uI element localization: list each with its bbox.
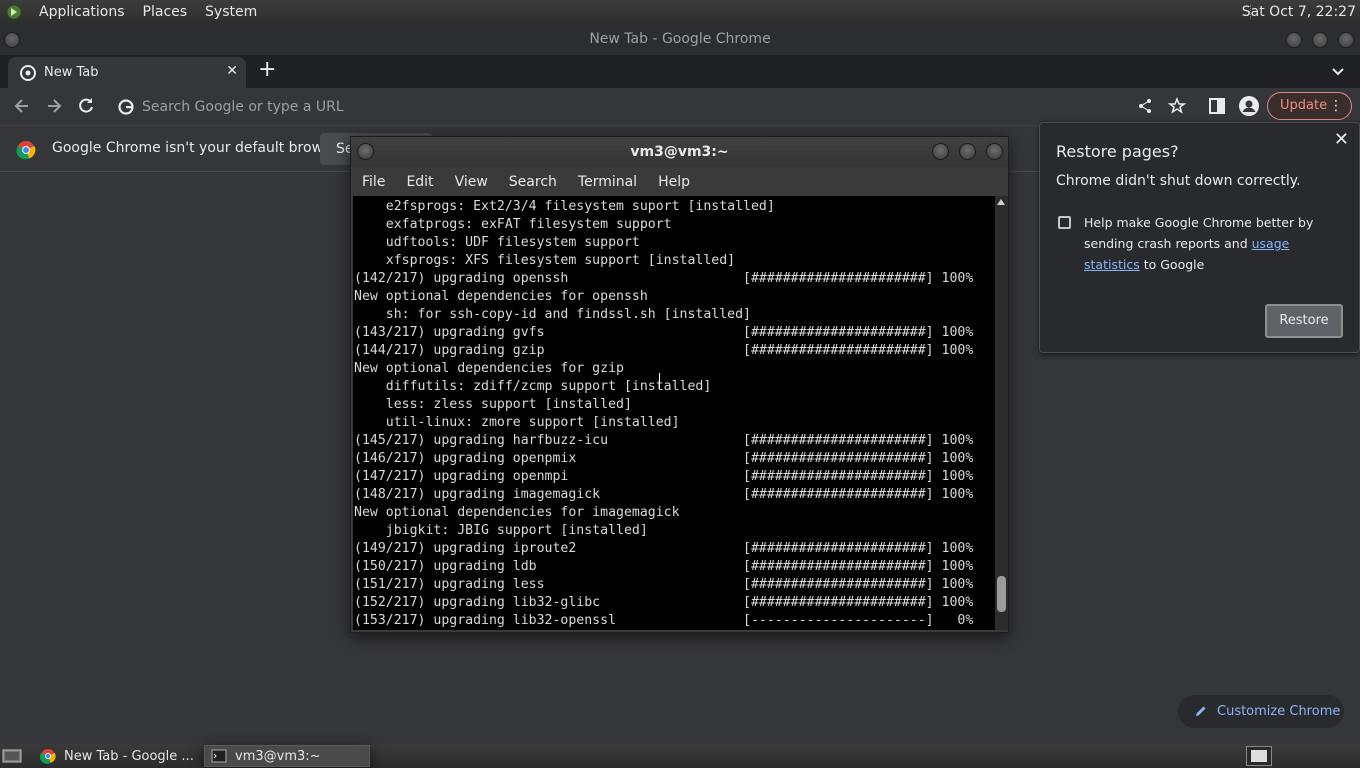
terminal-maximize-button[interactable] <box>959 143 976 160</box>
menu-search[interactable]: Search <box>498 174 567 190</box>
google-g-icon <box>118 98 134 115</box>
profile-avatar-icon[interactable] <box>1239 96 1259 116</box>
customize-label: Customize Chrome <box>1217 704 1341 719</box>
crash-reports-description: Help make Google Chrome better by sendin… <box>1084 212 1346 275</box>
terminal-close-button[interactable] <box>986 143 1003 160</box>
infobar-message: Google Chrome isn't your default browser <box>52 140 345 156</box>
menu-view[interactable]: View <box>444 174 498 190</box>
toolbar: Search Google or type a URL Update ⋮ <box>0 88 1360 125</box>
menu-file[interactable]: File <box>351 174 395 190</box>
terminal-line: (149/217) upgrading iproute2 [##########… <box>354 541 974 556</box>
terminal-line: udftools: UDF filesystem support <box>354 235 640 250</box>
share-icon[interactable] <box>1136 97 1154 115</box>
scrollbar-thumb[interactable] <box>997 576 1006 612</box>
terminal-line: (145/217) upgrading harfbuzz-icu [######… <box>354 433 974 448</box>
applications-menu[interactable]: Applications <box>30 4 134 20</box>
taskbar-label-terminal: vm3@vm3:~ <box>235 748 321 764</box>
terminal-line: New optional dependencies for imagemagic… <box>354 505 680 520</box>
terminal-line: (153/217) upgrading lib32-openssl [-----… <box>354 613 974 628</box>
restore-subtitle: Chrome didn't shut down correctly. <box>1056 173 1301 189</box>
chrome-window-titlebar[interactable]: New Tab - Google Chrome <box>0 24 1360 55</box>
terminal-line: (147/217) upgrading openmpi [###########… <box>354 469 974 484</box>
places-menu[interactable]: Places <box>134 4 197 20</box>
tab-title: New Tab <box>44 65 99 80</box>
scroll-up-arrow-icon[interactable] <box>997 199 1005 205</box>
pencil-icon <box>1196 706 1206 716</box>
terminal-line: (144/217) upgrading gzip [##############… <box>354 343 974 358</box>
terminal-line: New optional dependencies for openssh <box>354 289 648 304</box>
crash-reports-checkbox[interactable] <box>1058 216 1071 229</box>
taskbar-item-terminal[interactable]: vm3@vm3:~ <box>204 745 370 767</box>
workspace-switcher[interactable] <box>1246 746 1272 766</box>
system-menu[interactable]: System <box>196 4 266 20</box>
terminal-line: e2fsprogs: Ext2/3/4 filesystem suport [i… <box>354 199 775 214</box>
terminal-window[interactable]: vm3@vm3:~ File Edit View Search Terminal… <box>350 136 1009 633</box>
update-label: Update <box>1280 98 1328 113</box>
terminal-line: (148/217) upgrading imagemagick [#######… <box>354 487 974 502</box>
bottom-taskbar: New Tab - Google ... vm3@vm3:~ <box>0 744 1360 768</box>
chrome-window-title: New Tab - Google Chrome <box>589 31 771 47</box>
minimize-button[interactable] <box>1286 32 1302 48</box>
terminal-line: New optional dependencies for gzip <box>354 361 624 376</box>
kebab-menu-icon[interactable]: ⋮ <box>1329 93 1343 119</box>
menu-help[interactable]: Help <box>647 174 700 190</box>
terminal-line: sh: for ssh-copy-id and findssl.sh [inst… <box>354 307 751 322</box>
window-menu-button[interactable] <box>4 32 20 48</box>
top-panel: Applications Places System Sat Oct 7, 22… <box>0 0 1360 24</box>
close-tab-icon[interactable]: ✕ <box>226 63 238 79</box>
customize-chrome-button[interactable]: Customize Chrome <box>1178 695 1344 728</box>
tab-search-chevron-icon[interactable] <box>1330 63 1346 79</box>
terminal-line: (142/217) upgrading openssh [###########… <box>354 271 974 286</box>
terminal-line: xfsprogs: XFS filesystem support [instal… <box>354 253 736 268</box>
desc-text-2: to Google <box>1139 257 1205 272</box>
ibeam-cursor-icon <box>659 373 661 389</box>
taskbar-label-chrome: New Tab - Google ... <box>64 748 194 764</box>
terminal-minimize-button[interactable] <box>932 143 949 160</box>
restore-button[interactable]: Restore <box>1265 304 1343 338</box>
update-button[interactable]: Update ⋮ <box>1267 92 1352 120</box>
terminal-line: diffutils: zdiff/zcmp support [installed… <box>354 379 712 394</box>
forward-arrow-icon[interactable] <box>44 96 64 116</box>
terminal-line: (152/217) upgrading lib32-glibc [#######… <box>354 595 974 610</box>
terminal-line: (151/217) upgrading less [##############… <box>354 577 974 592</box>
chrome-taskbar-icon <box>40 749 56 764</box>
maximize-button[interactable] <box>1312 32 1328 48</box>
gnome-logo-icon[interactable] <box>6 4 22 20</box>
show-desktop-icon[interactable] <box>2 748 22 764</box>
terminal-line: jbigkit: JBIG support [installed] <box>354 523 648 538</box>
terminal-line: util-linux: zmore support [installed] <box>354 415 680 430</box>
terminal-output[interactable]: e2fsprogs: Ext2/3/4 filesystem suport [i… <box>353 196 995 630</box>
terminal-line: (150/217) upgrading ldb [###############… <box>354 559 974 574</box>
menu-terminal[interactable]: Terminal <box>567 174 647 190</box>
terminal-menubar: File Edit View Search Terminal Help <box>351 167 1008 196</box>
side-panel-icon[interactable] <box>1208 97 1226 115</box>
close-dialog-icon[interactable]: ✕ <box>1334 129 1349 150</box>
chrome-logo-icon <box>16 141 36 160</box>
new-tab-button[interactable]: + <box>258 59 276 81</box>
taskbar-item-chrome[interactable]: New Tab - Google ... <box>34 745 200 767</box>
terminal-line: exfatprogs: exFAT filesystem support <box>354 217 672 232</box>
tab-new-tab[interactable]: New Tab ✕ <box>8 57 246 88</box>
restore-pages-dialog: Restore pages? ✕ Chrome didn't shut down… <box>1039 122 1360 353</box>
terminal-window-menu-button[interactable] <box>357 143 374 160</box>
restore-title: Restore pages? <box>1056 142 1179 161</box>
terminal-line: (143/217) upgrading gvfs [##############… <box>354 325 974 340</box>
terminal-taskbar-icon <box>211 749 227 763</box>
omnibox[interactable]: Search Google or type a URL <box>110 91 1140 122</box>
terminal-titlebar[interactable]: vm3@vm3:~ <box>351 137 1008 167</box>
terminal-scrollbar[interactable] <box>995 196 1008 630</box>
terminal-line: less: zless support [installed] <box>354 397 632 412</box>
close-window-button[interactable] <box>1338 32 1354 48</box>
panel-clock[interactable]: Sat Oct 7, 22:27 <box>1242 0 1360 24</box>
chrome-favicon-icon <box>20 64 36 81</box>
back-arrow-icon[interactable] <box>12 96 32 116</box>
terminal-text: e2fsprogs: Ext2/3/4 filesystem suport [i… <box>353 196 995 630</box>
omnibox-placeholder: Search Google or type a URL <box>142 98 344 115</box>
reload-icon[interactable] <box>76 96 96 116</box>
tab-strip: New Tab ✕ + <box>0 55 1360 88</box>
terminal-title: vm3@vm3:~ <box>630 144 729 160</box>
menu-edit[interactable]: Edit <box>395 174 443 190</box>
terminal-line: (146/217) upgrading openpmix [##########… <box>354 451 974 466</box>
bookmark-star-icon[interactable] <box>1168 97 1186 115</box>
